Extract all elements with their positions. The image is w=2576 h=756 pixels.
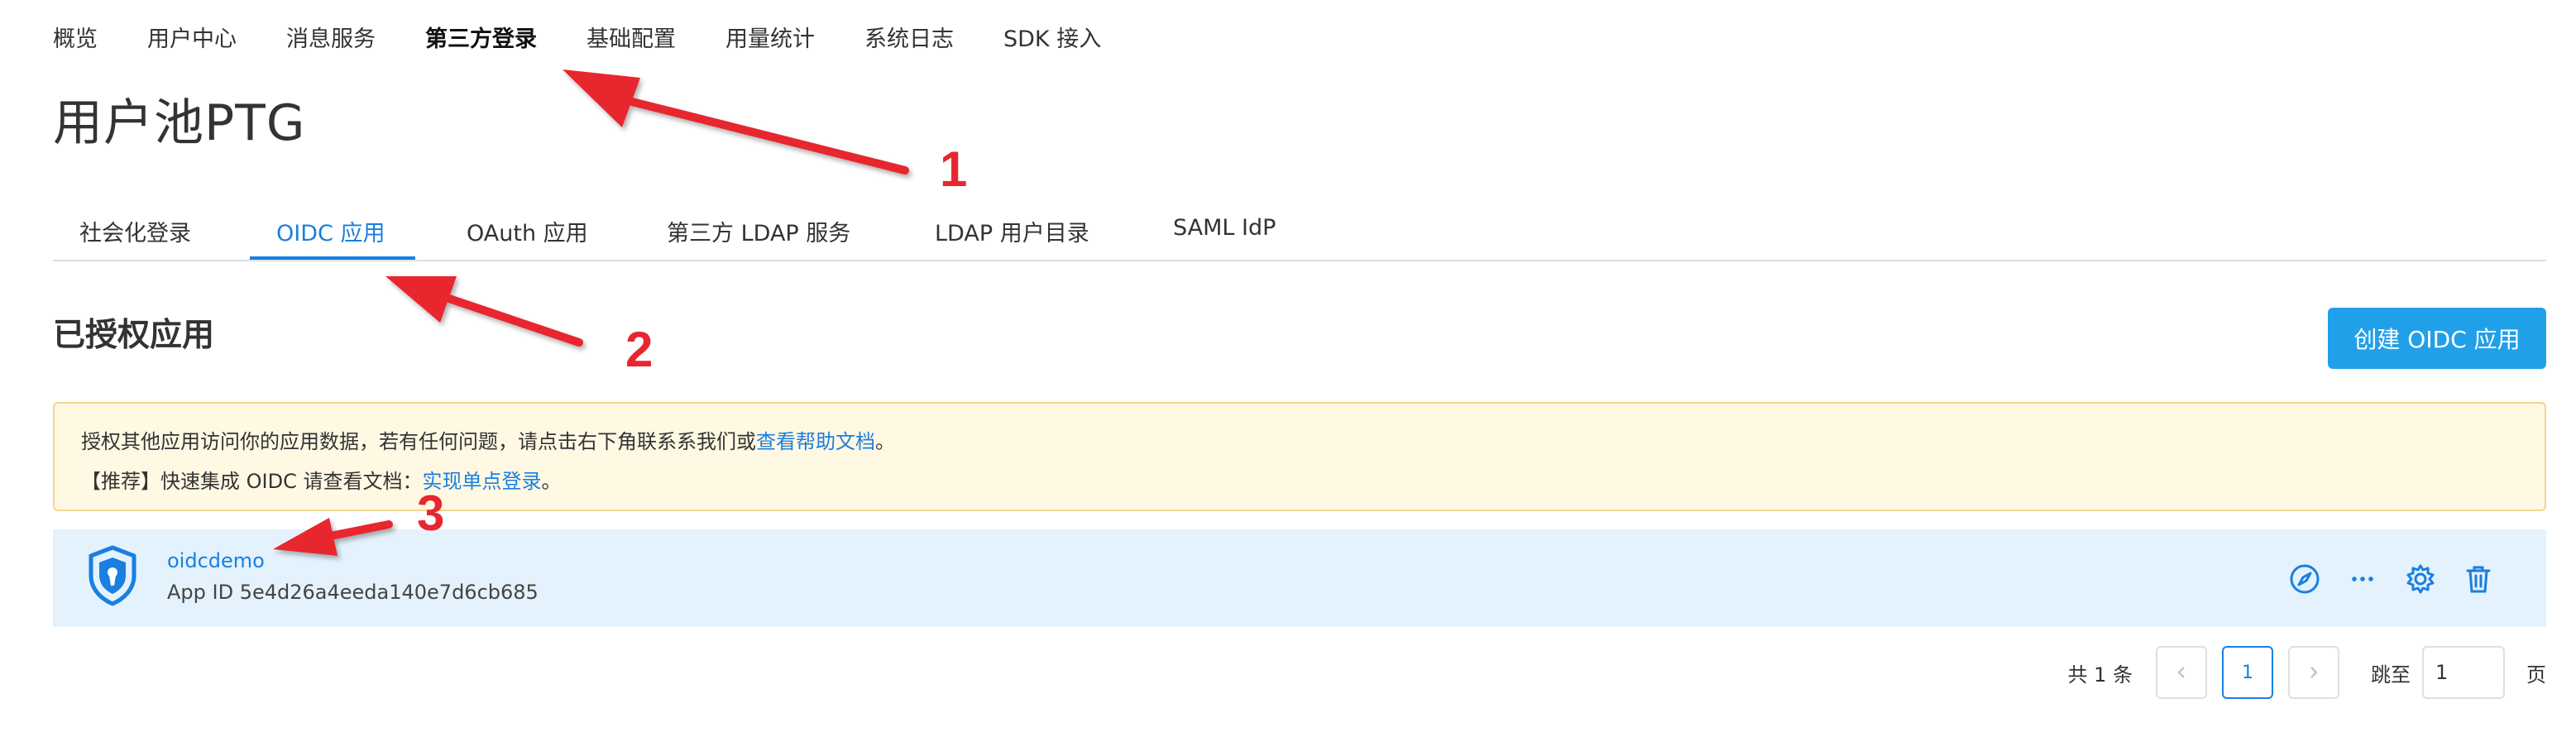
active-tab-indicator	[250, 256, 415, 260]
notice-text-suffix: 。	[875, 430, 895, 453]
notice-text: 授权其他应用访问你的应用数据，若有任何问题，请点击右下角联系系我们或	[81, 430, 756, 453]
notice-line-2: 【推荐】快速集成 OIDC 请查看文档： 实现单点登录 。	[81, 462, 2518, 501]
annotation-label-1: 1	[940, 141, 968, 197]
tab-third-party-ldap[interactable]: 第三方 LDAP 服务	[667, 215, 850, 247]
top-nav: 概览 用户中心 消息服务 第三方登录 基础配置 用量统计 系统日志 SDK 接入	[53, 13, 1151, 60]
annotation-arrow-2	[385, 276, 583, 347]
app-list-item: oidcdemo App ID 5e4d26a4eeda140e7d6cb685	[53, 529, 2546, 627]
app-actions	[2265, 561, 2497, 597]
app-id: App ID 5e4d26a4eeda140e7d6cb685	[167, 581, 539, 604]
tab-oidc-apps[interactable]: OIDC 应用	[276, 215, 385, 247]
next-page-button[interactable]	[2288, 646, 2339, 699]
notice-line-1: 授权其他应用访问你的应用数据，若有任何问题，请点击右下角联系系我们或 查看帮助文…	[81, 422, 2518, 462]
notice-recommend-text: 【推荐】快速集成 OIDC 请查看文档：	[81, 470, 423, 493]
nav-system-log[interactable]: 系统日志	[864, 21, 954, 53]
nav-basic-config[interactable]: 基础配置	[587, 21, 676, 53]
annotation-overlay	[273, 69, 909, 556]
nav-sdk-access[interactable]: SDK 接入	[1003, 21, 1101, 53]
app-name-link[interactable]: oidcdemo	[167, 549, 265, 572]
annotation-label-2: 2	[625, 322, 654, 377]
create-oidc-app-button[interactable]: 创建 OIDC 应用	[2328, 308, 2546, 369]
sub-tabs: 社会化登录 OIDC 应用 OAuth 应用 第三方 LDAP 服务 LDAP …	[53, 202, 2546, 261]
pagination: 共 1 条 1 跳至 页	[2067, 645, 2546, 700]
trash-icon[interactable]	[2460, 561, 2497, 597]
page-unit-label: 页	[2526, 663, 2546, 687]
prev-page-button[interactable]	[2156, 646, 2207, 699]
nav-message-service[interactable]: 消息服务	[286, 21, 376, 53]
more-icon[interactable]	[2344, 561, 2381, 597]
tab-oauth-apps[interactable]: OAuth 应用	[467, 215, 588, 247]
tab-ldap-directory[interactable]: LDAP 用户目录	[935, 215, 1089, 247]
nav-usage-stats[interactable]: 用量统计	[725, 21, 815, 53]
jump-label: 跳至	[2371, 663, 2411, 687]
jump-page-input[interactable]	[2422, 646, 2505, 699]
nav-overview[interactable]: 概览	[53, 21, 98, 53]
help-doc-link[interactable]: 查看帮助文档	[756, 422, 875, 462]
nav-third-party-login[interactable]: 第三方登录	[425, 21, 537, 53]
annotation-arrow-1	[563, 69, 909, 175]
total-count: 共 1 条	[2067, 663, 2133, 687]
page-1-button[interactable]: 1	[2222, 646, 2273, 699]
chevron-right-icon	[2310, 667, 2318, 678]
compass-icon[interactable]	[2286, 561, 2323, 597]
annotation-label-3: 3	[417, 486, 445, 541]
section-title: 已授权应用	[53, 317, 215, 354]
chevron-left-icon	[2177, 667, 2185, 678]
gear-icon[interactable]	[2402, 561, 2439, 597]
tab-saml-idp[interactable]: SAML IdP	[1173, 215, 1276, 241]
page-title: 用户池PTG	[53, 94, 306, 152]
shield-icon	[86, 544, 139, 607]
tab-social-login[interactable]: 社会化登录	[79, 215, 191, 247]
notice-recommend-suffix: 。	[541, 470, 562, 493]
nav-user-center[interactable]: 用户中心	[147, 21, 237, 53]
